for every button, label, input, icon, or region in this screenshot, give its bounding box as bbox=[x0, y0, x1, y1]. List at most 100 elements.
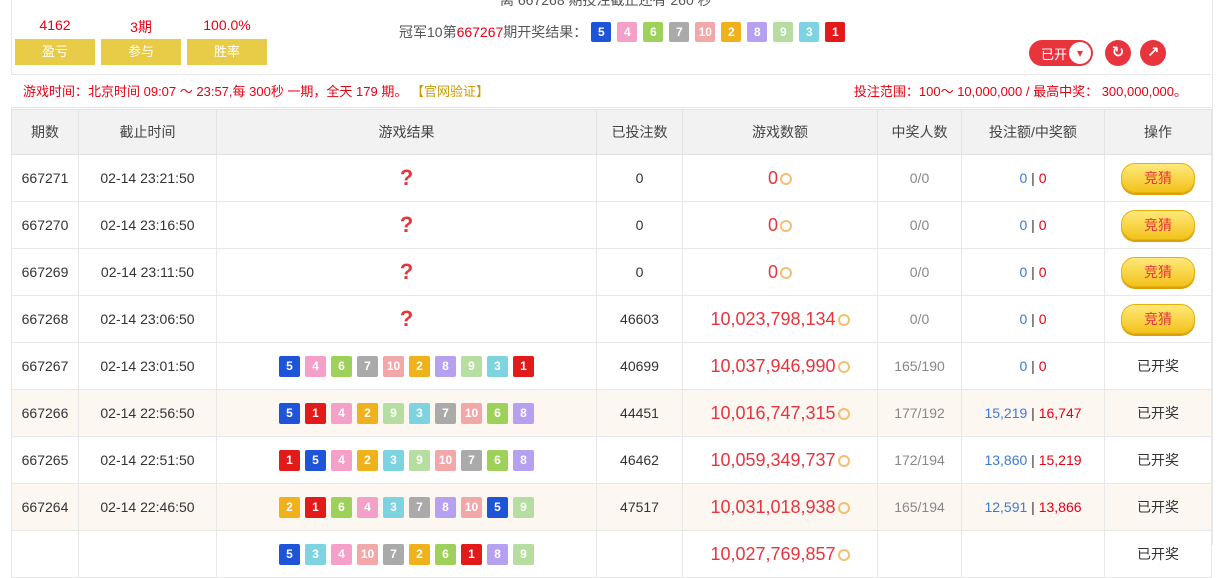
bet-win-cell: 0 | 0 bbox=[961, 201, 1105, 249]
speaker-icon: ▾ bbox=[1069, 42, 1091, 64]
number-ball: 1 bbox=[305, 402, 326, 424]
bet-win-cell: 0 | 0 bbox=[961, 248, 1105, 296]
countdown-line: 离 667268 期投注截止还有 260 秒 bbox=[500, 0, 712, 8]
winners-cell bbox=[877, 530, 962, 578]
bets-cell: 40699 bbox=[596, 342, 683, 390]
number-ball: 9 bbox=[383, 402, 404, 424]
coin-icon bbox=[837, 360, 850, 373]
participate-button[interactable]: 参与 bbox=[101, 39, 181, 65]
number-ball: 5 bbox=[279, 402, 300, 424]
bet-amount: 0 bbox=[1019, 264, 1028, 280]
number-ball: 2 bbox=[357, 402, 378, 424]
bets-cell: 46603 bbox=[596, 295, 683, 343]
amount-cell: 0 bbox=[682, 248, 878, 296]
number-ball: 5 bbox=[279, 355, 300, 377]
amount-value: 10,037,946,990 bbox=[710, 355, 836, 376]
winners-cell: 172/194 bbox=[877, 436, 962, 484]
drawn-label: 已开奖 bbox=[1137, 358, 1179, 374]
last-result-balls: 5 4 6 7 10 2 8 9 3 1 bbox=[591, 22, 846, 42]
bet-win-cell: 0 | 0 bbox=[961, 295, 1105, 343]
result-cell: 5 1 4 2 9 3 7 10 6 8 bbox=[216, 389, 597, 437]
drawn-label: 已开奖 bbox=[1137, 405, 1179, 421]
issue-cell: 667268 bbox=[11, 295, 79, 343]
amount-value: 0 bbox=[767, 167, 778, 188]
number-ball: 4 bbox=[331, 543, 352, 565]
sound-toggle[interactable]: 已开 ▾ bbox=[1029, 40, 1093, 66]
number-ball: 9 bbox=[513, 543, 534, 565]
question-icon: ? bbox=[399, 259, 414, 284]
action-cell: 竞猜 bbox=[1104, 154, 1212, 202]
winrate-value: 100.0% bbox=[203, 17, 251, 33]
bet-win-cell: 15,219 | 16,747 bbox=[961, 389, 1105, 437]
result-cell: ? bbox=[216, 248, 597, 296]
deadline-cell bbox=[78, 530, 217, 578]
question-icon: ? bbox=[399, 306, 414, 331]
number-ball: 3 bbox=[409, 402, 430, 424]
bet-button[interactable]: 竞猜 bbox=[1121, 210, 1195, 240]
winners-cell: 0/0 bbox=[877, 201, 962, 249]
coin-icon bbox=[837, 501, 850, 514]
result-balls: 5 4 6 7 10 2 8 9 3 1 bbox=[279, 355, 534, 377]
number-ball: 8 bbox=[435, 355, 456, 377]
issue-cell: 667271 bbox=[11, 154, 79, 202]
coin-icon bbox=[837, 407, 850, 420]
drawn-label: 已开奖 bbox=[1137, 546, 1179, 562]
number-ball: 8 bbox=[513, 402, 534, 424]
profit-button[interactable]: 盈亏 bbox=[15, 39, 95, 65]
bet-button[interactable]: 竞猜 bbox=[1121, 257, 1195, 287]
amount-cell: 10,016,747,315 bbox=[682, 389, 878, 437]
result-cell: ? bbox=[216, 201, 597, 249]
number-ball: 7 bbox=[669, 22, 690, 42]
winners-cell: 165/194 bbox=[877, 483, 962, 531]
issue-cell bbox=[11, 530, 79, 578]
amount-cell: 0 bbox=[682, 154, 878, 202]
bet-amount: 13,860 bbox=[984, 452, 1028, 468]
number-ball: 6 bbox=[331, 496, 352, 518]
deadline-cell: 02-14 22:51:50 bbox=[78, 436, 217, 484]
action-cell: 已开奖 bbox=[1104, 436, 1212, 484]
amount-value: 10,023,798,134 bbox=[710, 308, 836, 329]
issue-cell: 667265 bbox=[11, 436, 79, 484]
sound-toggle-label: 已开 bbox=[1041, 46, 1068, 62]
number-ball: 1 bbox=[461, 543, 482, 565]
bet-amount: 0 bbox=[1019, 358, 1028, 374]
win-amount: 0 bbox=[1038, 264, 1047, 280]
amount-value: 10,027,769,857 bbox=[710, 543, 836, 564]
number-ball: 6 bbox=[435, 543, 456, 565]
issue-cell: 667267 bbox=[11, 342, 79, 390]
number-ball: 7 bbox=[357, 355, 378, 377]
bet-win-cell: 12,591 | 13,866 bbox=[961, 483, 1105, 531]
verify-link[interactable]: 【官网验证】 bbox=[411, 84, 489, 99]
issue-cell: 667269 bbox=[11, 248, 79, 296]
amount-cell: 0 bbox=[682, 201, 878, 249]
number-ball: 8 bbox=[513, 449, 534, 471]
number-ball: 10 bbox=[435, 449, 456, 471]
deadline-cell: 02-14 23:21:50 bbox=[78, 154, 217, 202]
result-cell: 5 4 6 7 10 2 8 9 3 1 bbox=[216, 342, 597, 390]
action-cell: 竞猜 bbox=[1104, 201, 1212, 249]
results-table: 期数 截止时间 游戏结果 已投注数 游戏数额 中奖人数 投注额/中奖额 操作 6… bbox=[11, 109, 1212, 578]
game-time-text: 游戏时间：北京时间 09:07 ～ 23:57,每 300秒 一期，全天 179… bbox=[23, 84, 408, 99]
coin-icon bbox=[837, 313, 850, 326]
issue-cell: 667264 bbox=[11, 483, 79, 531]
table-row: 667271 02-14 23:21:50? 0 0 0/0 0 | 0 竞猜 bbox=[11, 154, 1212, 202]
bet-button[interactable]: 竞猜 bbox=[1121, 163, 1195, 193]
number-ball: 3 bbox=[305, 543, 326, 565]
trend-icon[interactable]: ↗ bbox=[1140, 40, 1166, 66]
table-row: 667264 02-14 22:46:50 2 1 6 4 3 7 8 10 5 9 47517 10,0… bbox=[11, 483, 1212, 531]
refresh-icon[interactable]: ↻ bbox=[1105, 40, 1131, 66]
number-ball: 2 bbox=[279, 496, 300, 518]
col-action: 操作 bbox=[1104, 109, 1212, 155]
bet-button[interactable]: 竞猜 bbox=[1121, 304, 1195, 334]
result-cell: 2 1 6 4 3 7 8 10 5 9 bbox=[216, 483, 597, 531]
action-cell: 竞猜 bbox=[1104, 295, 1212, 343]
question-icon: ? bbox=[399, 165, 414, 190]
col-amount: 游戏数额 bbox=[682, 109, 878, 155]
bets-cell: 44451 bbox=[596, 389, 683, 437]
number-ball: 2 bbox=[409, 355, 430, 377]
result-balls: 1 5 4 2 3 9 10 7 6 8 bbox=[279, 449, 534, 471]
result-balls: 2 1 6 4 3 7 8 10 5 9 bbox=[279, 496, 534, 518]
bets-cell: 47517 bbox=[596, 483, 683, 531]
winrate-button[interactable]: 胜率 bbox=[187, 39, 267, 65]
table-row: 667270 02-14 23:16:50? 0 0 0/0 0 | 0 竞猜 bbox=[11, 201, 1212, 249]
